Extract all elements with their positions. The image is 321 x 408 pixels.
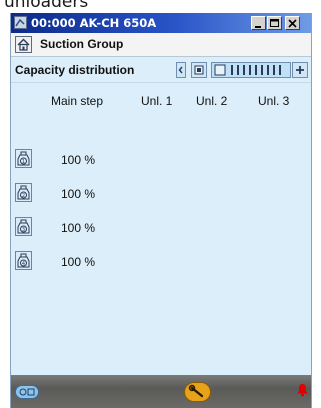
app-window: 00:000 AK-CH 650A Suction Group Capacity…	[10, 13, 312, 408]
column-header-unl-3: Unl. 3	[258, 94, 290, 108]
column-header-main-step: Main step	[51, 94, 104, 108]
column-header-unl-1: Unl. 1	[141, 94, 173, 108]
chevron-left-icon[interactable]	[176, 62, 186, 78]
title-bar[interactable]: 00:000 AK-CH 650A	[11, 13, 311, 33]
compressor-icon[interactable]: 3	[15, 217, 32, 236]
step-value: 100 %	[61, 255, 96, 269]
capacity-icon[interactable]	[191, 62, 207, 78]
step-value: 100 %	[61, 221, 96, 235]
bottom-bar	[11, 375, 311, 408]
caption-text: unloaders	[4, 0, 89, 12]
plant-icon[interactable]	[15, 385, 39, 399]
page-title: Suction Group	[40, 37, 124, 51]
step-value: 100 %	[61, 153, 96, 167]
step-bar-icon[interactable]	[211, 62, 291, 78]
maximize-button[interactable]	[267, 16, 282, 30]
header-bar: Suction Group	[11, 33, 311, 57]
alarm-bell-icon[interactable]	[296, 383, 309, 397]
section-title: Capacity distribution	[15, 63, 135, 77]
subheader-bar: Capacity distribution	[11, 57, 311, 83]
step-number: 2	[22, 193, 25, 199]
minimize-button[interactable]	[251, 16, 266, 30]
step-number: 3	[22, 227, 25, 233]
compressor-icon[interactable]: 1	[15, 149, 32, 168]
step-number: 1	[22, 159, 25, 165]
step-value: 100 %	[61, 187, 96, 201]
program-icon[interactable]	[14, 16, 27, 29]
column-header-unl-2: Unl. 2	[196, 94, 228, 108]
window-title: 00:000 AK-CH 650A	[31, 16, 157, 30]
compressor-icon[interactable]: 2	[15, 183, 32, 202]
plus-icon[interactable]	[292, 62, 308, 78]
wrench-icon[interactable]	[184, 382, 211, 402]
step-number: 4	[22, 261, 25, 267]
close-button[interactable]	[285, 16, 300, 30]
home-icon[interactable]	[15, 36, 32, 53]
compressor-icon[interactable]: 4	[15, 251, 32, 270]
